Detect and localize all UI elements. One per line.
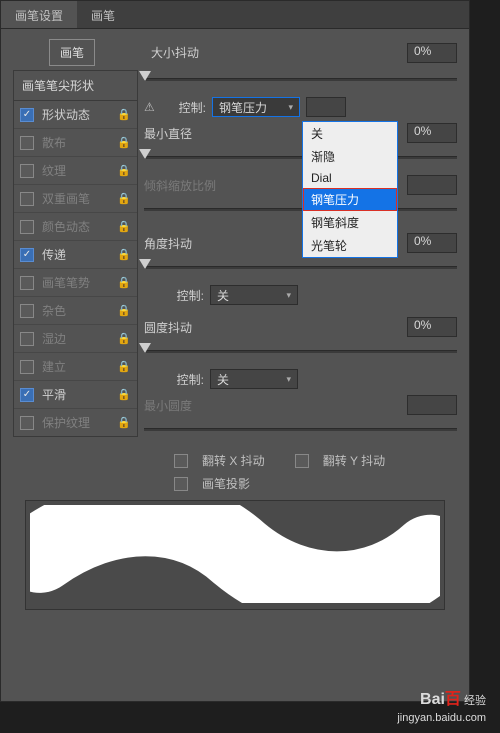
lock-icon[interactable]: 🔒	[117, 248, 131, 261]
min-diameter-value[interactable]: 0%	[407, 123, 457, 143]
lock-icon[interactable]: 🔒	[117, 304, 131, 317]
checkbox[interactable]	[20, 388, 34, 402]
chevron-down-icon: ▾	[288, 102, 293, 113]
lock-icon[interactable]: 🔒	[117, 192, 131, 205]
dropdown-item-pen-tilt[interactable]: 钢笔斜度	[303, 211, 397, 234]
lock-icon[interactable]: 🔒	[117, 332, 131, 345]
dropdown-item-fade[interactable]: 渐隐	[303, 145, 397, 168]
control-select-2[interactable]: 关▾	[210, 285, 298, 305]
flip-x-label: 翻转 X 抖动	[202, 452, 265, 469]
control-extra-input[interactable]	[306, 97, 346, 117]
sidebar-item-scattering[interactable]: 散布🔒	[14, 129, 137, 157]
min-diameter-slider[interactable]	[144, 148, 457, 168]
chevron-down-icon: ▾	[286, 374, 291, 385]
lock-icon[interactable]: 🔒	[117, 360, 131, 373]
size-jitter-label: 大小抖动	[151, 44, 281, 61]
lock-icon[interactable]: 🔒	[117, 220, 131, 233]
brush-preset-button[interactable]: 画笔	[49, 39, 95, 66]
control-select-3[interactable]: 关▾	[210, 369, 298, 389]
control-label: 控制:	[164, 99, 206, 116]
min-roundness-slider	[144, 420, 457, 440]
checkbox[interactable]	[20, 248, 34, 262]
checkbox[interactable]	[20, 360, 34, 374]
control-select-1[interactable]: 钢笔压力▾ 关 渐隐 Dial 钢笔压力 钢笔斜度 光笔轮	[212, 97, 300, 117]
checkbox[interactable]	[20, 276, 34, 290]
sidebar-item-build-up[interactable]: 建立🔒	[14, 353, 137, 381]
checkbox[interactable]	[20, 192, 34, 206]
checkbox[interactable]	[20, 164, 34, 178]
angle-jitter-label: 角度抖动	[144, 235, 228, 252]
sidebar-item-smoothing[interactable]: 平滑🔒	[14, 381, 137, 409]
checkbox[interactable]	[20, 332, 34, 346]
min-roundness-label: 最小圆度	[144, 397, 228, 414]
sidebar-item-transfer[interactable]: 传递🔒	[14, 241, 137, 269]
dropdown-item-stylus-wheel[interactable]: 光笔轮	[303, 234, 397, 257]
checkbox[interactable]	[20, 108, 34, 122]
tilt-scale-slider	[144, 200, 457, 220]
control-dropdown: 关 渐隐 Dial 钢笔压力 钢笔斜度 光笔轮	[302, 121, 398, 258]
min-diameter-label: 最小直径	[144, 125, 228, 142]
flip-y-checkbox[interactable]	[295, 454, 309, 468]
warning-icon: ⚠	[144, 100, 160, 114]
roundness-jitter-label: 圆度抖动	[144, 319, 228, 336]
tab-brushes[interactable]: 画笔	[77, 1, 129, 28]
lock-icon[interactable]: 🔒	[117, 416, 131, 429]
roundness-jitter-slider[interactable]	[144, 342, 457, 362]
checkbox[interactable]	[20, 220, 34, 234]
brush-projection-label: 画笔投影	[202, 475, 250, 492]
lock-icon[interactable]: 🔒	[117, 164, 131, 177]
angle-jitter-slider[interactable]	[144, 258, 457, 278]
angle-jitter-value[interactable]: 0%	[407, 233, 457, 253]
sidebar-item-color-dynamics[interactable]: 颜色动态🔒	[14, 213, 137, 241]
dropdown-item-off[interactable]: 关	[303, 122, 397, 145]
flip-y-label: 翻转 Y 抖动	[323, 452, 385, 469]
tilt-scale-value	[407, 175, 457, 195]
sidebar-list: 形状动态🔒 散布🔒 纹理🔒 双重画笔🔒 颜色动态🔒 传递🔒 画笔笔势🔒 杂色🔒 …	[13, 100, 138, 437]
sidebar-item-wet-edges[interactable]: 湿边🔒	[14, 325, 137, 353]
sidebar-item-protect-texture[interactable]: 保护纹理🔒	[14, 409, 137, 436]
checkbox[interactable]	[20, 136, 34, 150]
tab-brush-settings[interactable]: 画笔设置	[1, 1, 77, 28]
sidebar-item-shape-dynamics[interactable]: 形状动态🔒	[14, 101, 137, 129]
chevron-down-icon: ▾	[286, 290, 291, 301]
lock-icon[interactable]: 🔒	[117, 388, 131, 401]
lock-icon[interactable]: 🔒	[117, 108, 131, 121]
lock-icon[interactable]: 🔒	[117, 136, 131, 149]
sidebar-item-brush-pose[interactable]: 画笔笔势🔒	[14, 269, 137, 297]
brush-projection-checkbox[interactable]	[174, 477, 188, 491]
watermark: Bai百 经验 jingyan.baidu.com	[397, 690, 486, 725]
control-label-2: 控制:	[162, 287, 204, 304]
min-roundness-value	[407, 395, 457, 415]
size-jitter-slider[interactable]	[144, 70, 457, 90]
dropdown-item-dial[interactable]: Dial	[303, 168, 397, 188]
sidebar-item-noise[interactable]: 杂色🔒	[14, 297, 137, 325]
tilt-scale-label: 倾斜缩放比例	[144, 177, 228, 194]
brush-preview	[25, 500, 445, 610]
size-jitter-value[interactable]: 0%	[407, 43, 457, 63]
flip-x-checkbox[interactable]	[174, 454, 188, 468]
lock-icon[interactable]: 🔒	[117, 276, 131, 289]
checkbox[interactable]	[20, 416, 34, 430]
control-label-3: 控制:	[162, 371, 204, 388]
sidebar-item-dual-brush[interactable]: 双重画笔🔒	[14, 185, 137, 213]
sidebar-item-texture[interactable]: 纹理🔒	[14, 157, 137, 185]
dropdown-item-pen-pressure[interactable]: 钢笔压力	[303, 188, 397, 211]
roundness-jitter-value[interactable]: 0%	[407, 317, 457, 337]
brush-tip-shape-header[interactable]: 画笔笔尖形状	[13, 70, 138, 100]
checkbox[interactable]	[20, 304, 34, 318]
